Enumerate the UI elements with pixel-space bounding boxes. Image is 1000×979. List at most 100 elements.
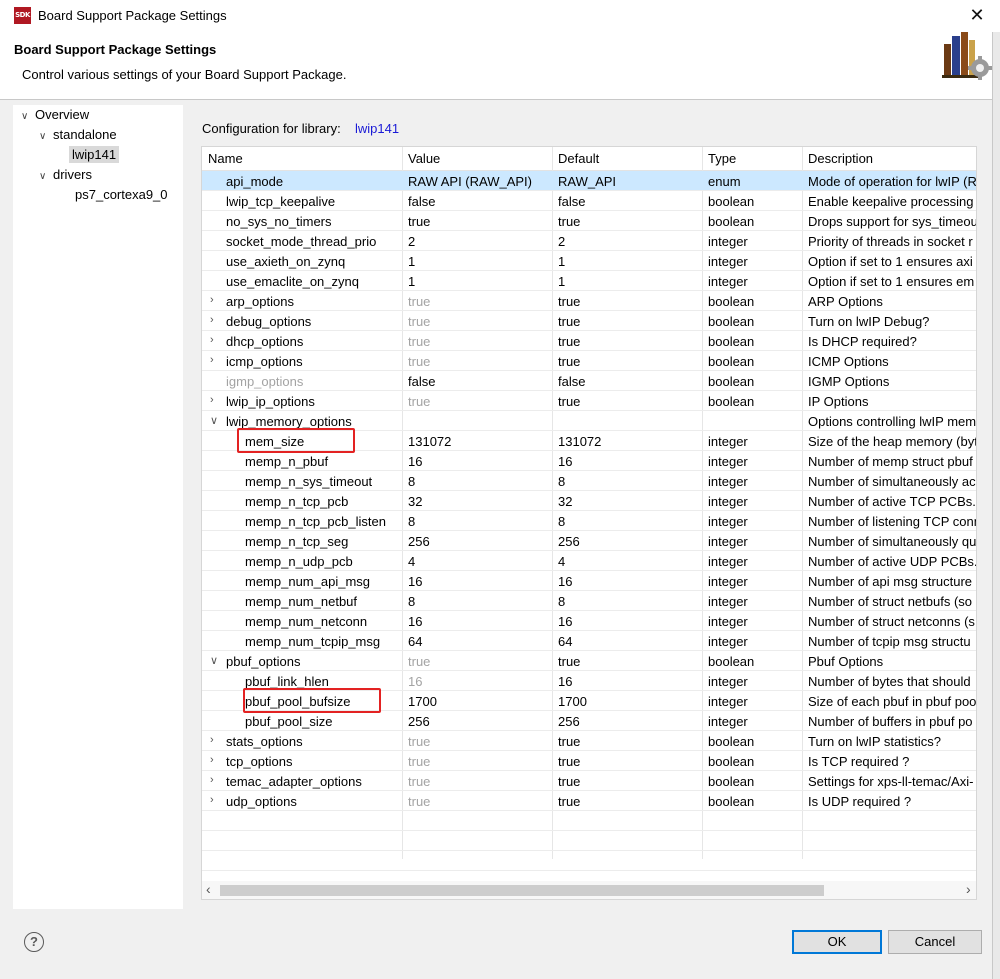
chevron-right-icon[interactable]: ›: [210, 314, 214, 326]
cell-value[interactable]: 8: [408, 474, 550, 489]
table-row[interactable]: memp_num_netconn 16 16 integer Number of str…: [202, 611, 976, 631]
cell-value[interactable]: true: [408, 794, 550, 809]
cell-value[interactable]: false: [408, 194, 550, 209]
cell-description: Number of listening TCP conn: [808, 514, 976, 529]
tree-item-ps7-cortexa9-0[interactable]: ps7_cortexa9_0: [75, 187, 168, 202]
table-row[interactable]: use_emaclite_on_zynq 1 1 integer Option if s…: [202, 271, 976, 291]
table-row[interactable]: memp_n_tcp_seg 256 256 integer Number of sim…: [202, 531, 976, 551]
bsp-tree[interactable]: ∨ Overview ∨ standalone lwip141 ∨ drivers p…: [13, 105, 183, 909]
horizontal-scrollbar[interactable]: ‹ ›: [202, 881, 976, 899]
table-row[interactable]: memp_num_tcpip_msg 64 64 integer Number of t…: [202, 631, 976, 651]
cell-default: true: [558, 354, 581, 369]
table-row[interactable]: igmp_options false false boolean IGMP Option…: [202, 371, 976, 391]
cell-value[interactable]: true: [408, 314, 550, 329]
table-row[interactable]: api_mode RAW API (RAW_API) RAW_API enum Mode…: [202, 171, 976, 191]
scrollbar-thumb[interactable]: [220, 885, 824, 896]
dialog-subtitle: Control various settings of your Board S…: [22, 67, 347, 82]
tree-item-drivers[interactable]: ∨ drivers: [39, 167, 92, 182]
chevron-right-icon[interactable]: ›: [210, 734, 214, 746]
cell-value[interactable]: 256: [408, 534, 550, 549]
table-row[interactable]: memp_num_netbuf 8 8 integer Number of struct…: [202, 591, 976, 611]
cell-default: true: [558, 794, 581, 809]
table-row[interactable]: › dhcp_options true true boolean Is DHCP requ…: [202, 331, 976, 351]
cell-value[interactable]: 131072: [408, 434, 550, 449]
cell-value[interactable]: false: [408, 374, 550, 389]
chevron-down-icon[interactable]: ∨: [21, 111, 35, 122]
cell-value[interactable]: true: [408, 754, 550, 769]
cell-value[interactable]: true: [408, 334, 550, 349]
cell-value[interactable]: 8: [408, 514, 550, 529]
column-header-name[interactable]: Name: [208, 151, 243, 166]
cell-value[interactable]: 4: [408, 554, 550, 569]
ok-button[interactable]: OK: [792, 930, 882, 954]
table-row[interactable]: memp_n_udp_pcb 4 4 integer Number of active …: [202, 551, 976, 571]
column-header-value[interactable]: Value: [408, 151, 440, 166]
scroll-left-icon[interactable]: ‹: [206, 881, 211, 897]
help-icon[interactable]: ?: [24, 932, 44, 952]
column-header-description[interactable]: Description: [808, 151, 873, 166]
cell-value[interactable]: true: [408, 774, 550, 789]
chevron-right-icon[interactable]: ›: [210, 754, 214, 766]
chevron-right-icon[interactable]: ›: [210, 294, 214, 306]
library-link[interactable]: lwip141: [355, 121, 399, 136]
cell-default: 1: [558, 274, 566, 289]
chevron-down-icon[interactable]: ∨: [39, 171, 53, 182]
cell-value[interactable]: 1: [408, 274, 550, 289]
window-right-edge: [992, 32, 1000, 979]
chevron-down-icon[interactable]: ∨: [210, 414, 218, 427]
table-row[interactable]: › stats_options true true boolean Turn on lwI…: [202, 731, 976, 751]
table-row[interactable]: › temac_adapter_options true true boolean Set…: [202, 771, 976, 791]
cell-value[interactable]: 8: [408, 594, 550, 609]
chevron-right-icon[interactable]: ›: [210, 794, 214, 806]
cell-value[interactable]: 16: [408, 454, 550, 469]
cell-value[interactable]: true: [408, 214, 550, 229]
cell-value[interactable]: true: [408, 294, 550, 309]
chevron-down-icon[interactable]: ∨: [39, 131, 53, 142]
table-row[interactable]: memp_n_tcp_pcb_listen 8 8 integer Number of …: [202, 511, 976, 531]
table-row[interactable]: memp_n_tcp_pcb 32 32 integer Number of activ…: [202, 491, 976, 511]
column-header-default[interactable]: Default: [558, 151, 599, 166]
cell-value[interactable]: 16: [408, 574, 550, 589]
cell-value[interactable]: 32: [408, 494, 550, 509]
chevron-right-icon[interactable]: ›: [210, 354, 214, 366]
cell-value[interactable]: 1700: [408, 694, 550, 709]
chevron-right-icon[interactable]: ›: [210, 394, 214, 406]
table-row[interactable]: › icmp_options true true boolean ICMP Options: [202, 351, 976, 371]
scroll-right-icon[interactable]: ›: [966, 881, 971, 897]
table-row[interactable]: memp_n_pbuf 16 16 integer Number of memp str…: [202, 451, 976, 471]
table-row[interactable]: use_axieth_on_zynq 1 1 integer Option if set…: [202, 251, 976, 271]
cell-value[interactable]: 64: [408, 634, 550, 649]
table-row[interactable]: ∨ pbuf_options true true boolean Pbuf Options: [202, 651, 976, 671]
cell-value[interactable]: 16: [408, 674, 550, 689]
tree-item-overview[interactable]: ∨ Overview: [21, 107, 89, 122]
table-row[interactable]: › arp_options true true boolean ARP Options: [202, 291, 976, 311]
column-header-type[interactable]: Type: [708, 151, 736, 166]
table-row[interactable]: › udp_options true true boolean Is UDP requir…: [202, 791, 976, 811]
table-row[interactable]: › debug_options true true boolean Turn on lwI…: [202, 311, 976, 331]
cell-value[interactable]: 1: [408, 254, 550, 269]
table-row[interactable]: no_sys_no_timers true true boolean Drops sup…: [202, 211, 976, 231]
table-row[interactable]: lwip_tcp_keepalive false false boolean Enabl…: [202, 191, 976, 211]
table-row[interactable]: pbuf_pool_size 256 256 integer Number of buf…: [202, 711, 976, 731]
cell-value[interactable]: true: [408, 734, 550, 749]
cell-value[interactable]: RAW API (RAW_API): [408, 174, 550, 189]
cell-value[interactable]: true: [408, 654, 550, 669]
cancel-button[interactable]: Cancel: [888, 930, 982, 954]
table-row[interactable]: memp_n_sys_timeout 8 8 integer Number of sim…: [202, 471, 976, 491]
cell-value[interactable]: 16: [408, 614, 550, 629]
chevron-down-icon[interactable]: ∨: [210, 654, 218, 667]
chevron-right-icon[interactable]: ›: [210, 774, 214, 786]
cell-value[interactable]: true: [408, 354, 550, 369]
table-row[interactable]: › lwip_ip_options true true boolean IP Option…: [202, 391, 976, 411]
cell-value[interactable]: 2: [408, 234, 550, 249]
chevron-right-icon[interactable]: ›: [210, 334, 214, 346]
table-row[interactable]: › tcp_options true true boolean Is TCP requir…: [202, 751, 976, 771]
settings-table[interactable]: Name Value Default Type Description api_…: [201, 146, 977, 900]
close-icon[interactable]: ✕: [954, 0, 1000, 32]
cell-value[interactable]: true: [408, 394, 550, 409]
cell-value[interactable]: 256: [408, 714, 550, 729]
table-row[interactable]: socket_mode_thread_prio 2 2 integer Priority…: [202, 231, 976, 251]
tree-item-standalone[interactable]: ∨ standalone: [39, 127, 117, 142]
table-row[interactable]: memp_num_api_msg 16 16 integer Number of api…: [202, 571, 976, 591]
tree-item-lwip141[interactable]: lwip141: [69, 146, 120, 163]
